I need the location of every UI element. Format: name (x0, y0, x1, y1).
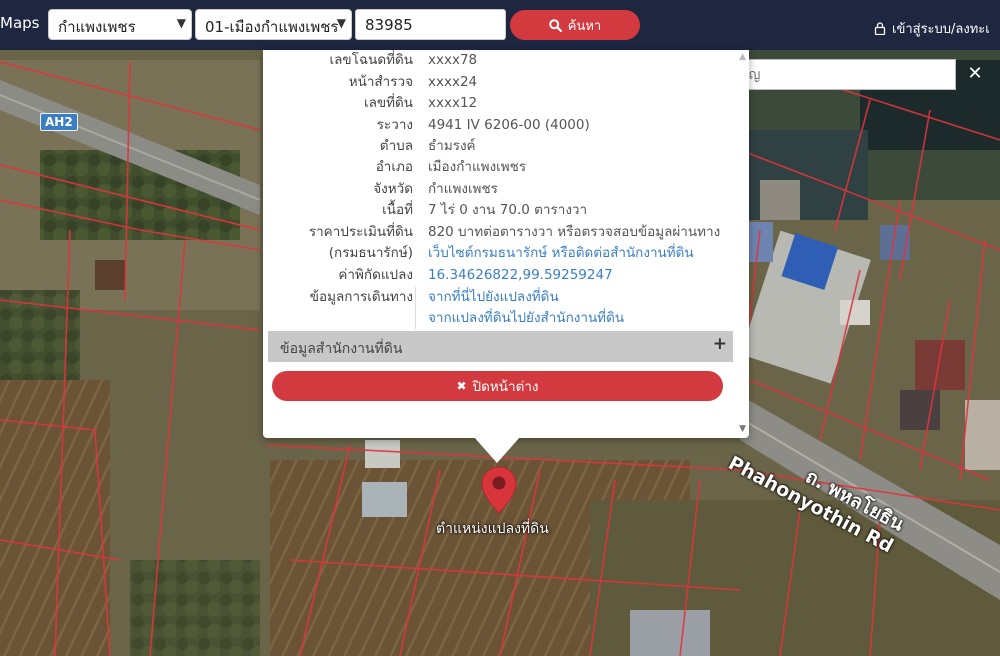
info-row-land-number: เลขที่ดิน xxxx12 (263, 93, 733, 114)
scroll-up-arrow-icon[interactable]: ▲ (739, 52, 746, 62)
coordinates-link[interactable]: 16.34626822,99.59259247 (428, 265, 613, 286)
travel-divider (415, 287, 416, 329)
treasury-website-link[interactable]: เว็บไซต์กรมธนารักษ์ หรือติดต่อสำนักงานที… (428, 243, 694, 264)
info-label: เลขที่ดิน (363, 95, 413, 111)
close-icon: ✖ (456, 379, 467, 393)
directions-to-office-link[interactable]: จากแปลงที่ดินไปยังสำนักงานที่ดิน (428, 308, 624, 329)
parcel-number-input[interactable] (355, 9, 506, 40)
info-row-map-sheet: ระวาง 4941 IV 6206-00 (4000) (263, 115, 733, 136)
province-select-value: กำแพงเพชร (58, 18, 136, 36)
land-office-section-label: ข้อมูลสำนักงานที่ดิน (280, 341, 403, 357)
info-value: xxxx78 (428, 52, 478, 68)
search-icon (548, 18, 562, 32)
info-label: อำเภอ (375, 159, 413, 175)
info-label: เนื้อที่ (382, 202, 413, 218)
info-label: ระวาง (376, 117, 413, 133)
info-value: 7 ไร่ 0 งาน 70.0 ตารางวา (428, 202, 588, 218)
lock-icon (874, 22, 886, 35)
popup-pointer (474, 437, 520, 463)
login-link[interactable]: เข้าสู่ระบบ/ลงทะเ (874, 18, 990, 39)
close-window-button[interactable]: ✖ ปิดหน้าต่าง (272, 371, 723, 401)
info-value: กำแพงเพชร (428, 181, 498, 197)
brand-label: Maps (0, 14, 40, 32)
info-value: xxxx24 (428, 74, 478, 90)
district-select[interactable]: 01-เมืองกำแพงเพชร ▼ (195, 9, 352, 40)
info-row-travel: ข้อมูลการเดินทาง จากที่นี่ไปยังแปลงที่ดิ… (263, 287, 733, 308)
land-office-section-toggle[interactable]: ข้อมูลสำนักงานที่ดิน + (268, 331, 733, 362)
search-button-label: ค้นหา (567, 18, 602, 34)
road-badge: AH2 (40, 113, 78, 131)
info-row-subdistrict: ตำบล ธำมรงค์ (263, 136, 733, 157)
info-label: เลขโฉนดที่ดิน (329, 52, 413, 68)
info-label: ตำบล (379, 138, 413, 154)
info-value: 4941 IV 6206-00 (4000) (428, 117, 590, 133)
province-select[interactable]: กำแพงเพชร ▼ (48, 9, 192, 40)
scroll-down-arrow-icon[interactable]: ▼ (739, 424, 746, 434)
info-row-treasury: (กรมธนารักษ์) เว็บไซต์กรมธนารักษ์ หรือติ… (263, 243, 733, 264)
chevron-down-icon: ▼ (336, 16, 346, 30)
directions-to-parcel-link[interactable]: จากที่นี่ไปยังแปลงที่ดิน (428, 287, 559, 308)
info-row-coordinates: ค่าพิกัดแปลง 16.34626822,99.59259247 (263, 265, 733, 286)
info-value: 820 บาทต่อตารางวา หรือตรวจสอบข้อมูลผ่านท… (428, 224, 721, 240)
plus-icon: + (712, 334, 727, 354)
chevron-down-icon: ▼ (176, 16, 186, 30)
info-row-deed-number: เลขโฉนดที่ดิน xxxx78 (263, 50, 733, 71)
info-row-district: อำเภอ เมืองกำแพงเพชร (263, 157, 733, 178)
info-label: ข้อมูลการเดินทาง (309, 289, 413, 305)
close-window-label: ปิดหน้าต่าง (472, 379, 539, 395)
district-select-value: 01-เมืองกำแพงเพชร (205, 18, 339, 36)
login-link-label: เข้าสู่ระบบ/ลงทะเ (892, 22, 990, 37)
info-label: ราคาประเมินที่ดิน (308, 224, 413, 240)
map-pin-icon[interactable] (481, 466, 517, 514)
info-row-survey-page: หน้าสำรวจ xxxx24 (263, 72, 733, 93)
info-row-province: จังหวัด กำแพงเพชร (263, 179, 733, 200)
info-row-area: เนื้อที่ 7 ไร่ 0 งาน 70.0 ตารางวา (263, 200, 733, 221)
info-label: หน้าสำรวจ (348, 74, 413, 90)
info-label: (กรมธนารักษ์) (328, 245, 413, 261)
top-navigation-bar: Maps กำแพงเพชร ▼ 01-เมืองกำแพงเพชร ▼ ค้น… (0, 0, 1000, 50)
info-label: จังหวัด (373, 181, 413, 197)
info-row-appraisal: ราคาประเมินที่ดิน 820 บาทต่อตารางวา หรือ… (263, 222, 733, 243)
parcel-location-label: ตำแหน่งแปลงที่ดิน (436, 521, 549, 537)
parcel-info-popup: เลขโฉนดที่ดิน xxxx78 หน้าสำรวจ xxxx24 เล… (263, 50, 749, 438)
info-value: เมืองกำแพงเพชร (428, 159, 527, 175)
info-label: ค่าพิกัดแปลง (338, 267, 413, 283)
info-value: xxxx12 (428, 95, 478, 111)
search-button[interactable]: ค้นหา (510, 10, 640, 40)
close-icon[interactable]: ✕ (962, 59, 988, 89)
info-value: ธำมรงค์ (428, 138, 476, 154)
